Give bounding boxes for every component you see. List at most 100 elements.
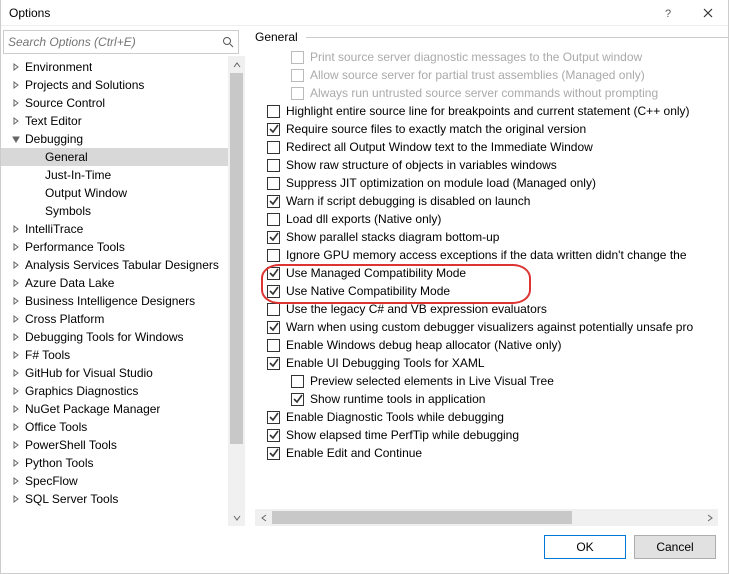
- checkbox[interactable]: [267, 159, 280, 172]
- tree-item[interactable]: IntelliTrace: [1, 220, 228, 238]
- expand-icon-closed[interactable]: [9, 405, 23, 413]
- expand-icon-closed[interactable]: [9, 81, 23, 89]
- tree-item[interactable]: NuGet Package Manager: [1, 400, 228, 418]
- tree-item[interactable]: Projects and Solutions: [1, 76, 228, 94]
- checkbox[interactable]: [267, 429, 280, 442]
- category-tree[interactable]: Environment Projects and SolutionsSource …: [1, 56, 228, 526]
- tree-item[interactable]: Graphics Diagnostics: [1, 382, 228, 400]
- dialog-footer: OK Cancel: [1, 526, 728, 568]
- option-row: Warn when using custom debugger visualiz…: [255, 318, 728, 336]
- ok-button[interactable]: OK: [544, 535, 626, 559]
- tree-item[interactable]: Performance Tools: [1, 238, 228, 256]
- tree-item[interactable]: Cross Platform: [1, 310, 228, 328]
- help-button[interactable]: ?: [648, 0, 688, 26]
- tree-item[interactable]: Debugging: [1, 130, 228, 148]
- checkbox[interactable]: [267, 195, 280, 208]
- checkbox[interactable]: [267, 177, 280, 190]
- checkbox[interactable]: [267, 285, 280, 298]
- tree-item[interactable]: F# Tools: [1, 346, 228, 364]
- expand-icon-closed[interactable]: [9, 225, 23, 233]
- checkbox[interactable]: [267, 249, 280, 262]
- tree-item[interactable]: Source Control: [1, 94, 228, 112]
- expand-icon-closed[interactable]: [9, 315, 23, 323]
- options-hscrollbar[interactable]: [255, 509, 718, 526]
- expand-icon-closed[interactable]: [9, 459, 23, 467]
- expand-icon-closed[interactable]: [9, 423, 23, 431]
- tree-item[interactable]: Symbols: [1, 202, 228, 220]
- expand-icon-closed[interactable]: [9, 261, 23, 269]
- expand-icon-closed[interactable]: [9, 477, 23, 485]
- expand-icon-closed[interactable]: [9, 495, 23, 503]
- checkbox[interactable]: [267, 267, 280, 280]
- checkbox[interactable]: [291, 393, 304, 406]
- tree-item[interactable]: Analysis Services Tabular Designers: [1, 256, 228, 274]
- option-row: Show parallel stacks diagram bottom-up: [255, 228, 728, 246]
- expand-icon-closed[interactable]: [9, 333, 23, 341]
- expand-icon-closed[interactable]: [9, 369, 23, 377]
- option-label: Warn if script debugging is disabled on …: [286, 194, 530, 208]
- tree-item[interactable]: Python Tools: [1, 454, 228, 472]
- tree-item[interactable]: SpecFlow: [1, 472, 228, 490]
- tree-item-label: Python Tools: [23, 456, 94, 470]
- scroll-up-icon[interactable]: [228, 56, 245, 73]
- tree-item-label: Debugging: [23, 132, 83, 146]
- expand-icon-closed[interactable]: [9, 351, 23, 359]
- tree-item[interactable]: General: [1, 148, 228, 166]
- checkbox[interactable]: [267, 213, 280, 226]
- tree-item[interactable]: Debugging Tools for Windows: [1, 328, 228, 346]
- section-title: General: [255, 30, 306, 44]
- tree-item[interactable]: Text Editor: [1, 112, 228, 130]
- search-input[interactable]: [4, 33, 218, 51]
- option-row: Require source files to exactly match th…: [255, 120, 728, 138]
- search-box[interactable]: [3, 30, 239, 54]
- tree-item[interactable]: GitHub for Visual Studio: [1, 364, 228, 382]
- checkbox[interactable]: [291, 375, 304, 388]
- search-icon: [218, 36, 238, 48]
- tree-item[interactable]: Azure Data Lake: [1, 274, 228, 292]
- scroll-down-icon[interactable]: [228, 509, 245, 526]
- checkbox[interactable]: [267, 321, 280, 334]
- scroll-left-icon[interactable]: [255, 509, 272, 526]
- expand-icon-closed[interactable]: [9, 99, 23, 107]
- expand-icon-closed[interactable]: [9, 279, 23, 287]
- checkbox[interactable]: [267, 123, 280, 136]
- expand-icon-closed[interactable]: [9, 117, 23, 125]
- option-label: Show elapsed time PerfTip while debuggin…: [286, 428, 519, 442]
- option-label: Print source server diagnostic messages …: [310, 50, 642, 64]
- option-row: Suppress JIT optimization on module load…: [255, 174, 728, 192]
- tree-item[interactable]: PowerShell Tools: [1, 436, 228, 454]
- expand-icon-open[interactable]: [9, 135, 23, 143]
- checkbox[interactable]: [267, 447, 280, 460]
- checkbox[interactable]: [267, 141, 280, 154]
- expand-icon-closed[interactable]: [9, 243, 23, 251]
- expand-icon-closed[interactable]: [9, 297, 23, 305]
- tree-item[interactable]: Office Tools: [1, 418, 228, 436]
- tree-item[interactable]: Business Intelligence Designers: [1, 292, 228, 310]
- tree-item[interactable]: Just-In-Time: [1, 166, 228, 184]
- tree-item[interactable]: Output Window: [1, 184, 228, 202]
- scroll-right-icon[interactable]: [701, 509, 718, 526]
- tree-item-label: Graphics Diagnostics: [23, 384, 138, 398]
- option-row: Show elapsed time PerfTip while debuggin…: [255, 426, 728, 444]
- checkbox[interactable]: [267, 303, 280, 316]
- expand-icon-closed[interactable]: [9, 387, 23, 395]
- tree-item[interactable]: SQL Server Tools: [1, 490, 228, 508]
- close-button[interactable]: [688, 0, 728, 26]
- checkbox[interactable]: [267, 105, 280, 118]
- tree-item-label: Azure Data Lake: [23, 276, 114, 290]
- checkbox[interactable]: [267, 411, 280, 424]
- cancel-button[interactable]: Cancel: [634, 535, 716, 559]
- tree-item-label: Environment: [23, 60, 92, 74]
- checkbox[interactable]: [267, 231, 280, 244]
- checkbox[interactable]: [267, 357, 280, 370]
- tree-item-label: Analysis Services Tabular Designers: [23, 258, 219, 272]
- option-row: Enable Edit and Continue: [255, 444, 728, 462]
- section-header: General: [255, 30, 728, 44]
- tree-item[interactable]: Environment: [1, 58, 228, 76]
- tree-scrollbar[interactable]: [228, 56, 245, 526]
- option-row: Use Managed Compatibility Mode: [255, 264, 728, 282]
- expand-icon-closed[interactable]: [9, 441, 23, 449]
- checkbox[interactable]: [267, 339, 280, 352]
- expand-icon-closed[interactable]: [9, 63, 23, 71]
- tree-item-label: F# Tools: [23, 348, 70, 362]
